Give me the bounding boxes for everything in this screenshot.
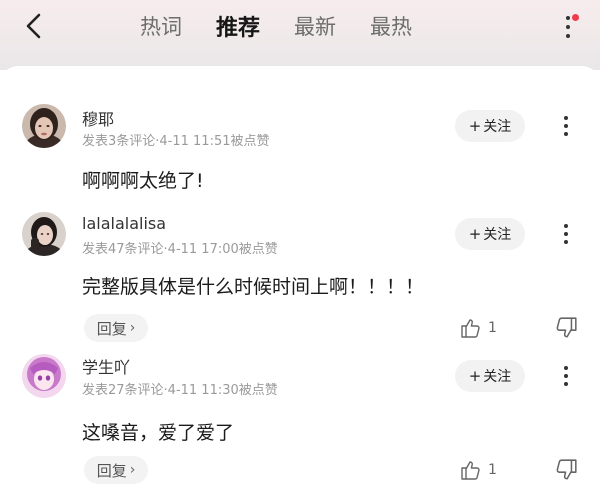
- plus-icon: +: [468, 225, 482, 243]
- comment-text: 啊啊啊太绝了!: [82, 170, 204, 192]
- user-photo-avatar-icon: [22, 104, 66, 148]
- chevron-left-icon: [26, 13, 41, 39]
- reply-button[interactable]: 回复 ›: [84, 456, 148, 484]
- tab-bar: 热词 推荐 最新 最热: [140, 8, 446, 44]
- reply-label: 回复: [96, 461, 127, 480]
- more-dot-icon: [566, 34, 570, 38]
- notification-badge: [572, 14, 579, 21]
- more-dot-icon: [564, 366, 568, 370]
- follow-label: 关注: [483, 227, 512, 243]
- user-photo-avatar-icon: [22, 212, 66, 256]
- comment-meta: 发表27条评论·4-11 11:30被点赞: [82, 383, 278, 398]
- plus-icon: +: [468, 117, 482, 135]
- avatar[interactable]: [22, 212, 66, 256]
- tab-recommended[interactable]: 推荐: [216, 10, 260, 42]
- chevron-right-icon: ›: [129, 462, 136, 478]
- dislike-button[interactable]: [554, 458, 580, 486]
- comment-text: 完整版具体是什么时候时间上啊！！！！: [82, 276, 425, 298]
- dislike-button[interactable]: [554, 316, 580, 344]
- like-button[interactable]: 1: [460, 456, 497, 484]
- like-count: 1: [488, 320, 497, 336]
- comment-meta: 发表47条评论·4-11 17:00被点赞: [82, 242, 278, 257]
- comment-more-button[interactable]: [556, 220, 576, 248]
- thumbs-up-icon: [461, 319, 480, 338]
- comment-sheet: 穆耶 发表3条评论·4-11 11:51被点赞 + 关注 啊啊啊太绝了! lal…: [0, 66, 600, 492]
- more-dot-icon: [566, 25, 570, 29]
- tab-hot-words[interactable]: 热词: [140, 11, 182, 41]
- follow-label: 关注: [483, 119, 512, 135]
- follow-label: 关注: [483, 369, 512, 385]
- comment-more-button[interactable]: [556, 362, 576, 390]
- reply-button[interactable]: 回复 ›: [84, 314, 148, 342]
- comment-text: 这嗓音，爱了爱了: [82, 422, 235, 444]
- more-options-button[interactable]: [558, 12, 579, 42]
- follow-button[interactable]: + 关注: [455, 110, 525, 142]
- more-dot-icon: [564, 132, 568, 136]
- more-dot-icon: [564, 116, 568, 120]
- more-dot-icon: [564, 224, 568, 228]
- username[interactable]: 学生吖: [82, 354, 130, 378]
- comment-meta: 发表3条评论·4-11 11:51被点赞: [82, 134, 270, 149]
- more-dot-icon: [566, 16, 570, 20]
- comment-more-button[interactable]: [556, 112, 576, 140]
- tab-latest[interactable]: 最新: [294, 11, 336, 41]
- username[interactable]: 穆耶: [82, 106, 114, 130]
- like-count: 1: [488, 462, 497, 478]
- thumbs-up-icon: [461, 461, 480, 480]
- username[interactable]: lalalalalisa: [82, 214, 166, 233]
- reply-label: 回复: [96, 319, 127, 338]
- follow-button[interactable]: + 关注: [455, 218, 525, 250]
- more-dot-icon: [564, 382, 568, 386]
- thumbs-down-icon: [556, 317, 577, 338]
- thumbs-down-icon: [556, 459, 577, 480]
- chevron-right-icon: ›: [129, 320, 136, 336]
- top-bar: 热词 推荐 最新 最热: [0, 0, 600, 70]
- like-button[interactable]: 1: [460, 314, 497, 342]
- back-button[interactable]: [18, 10, 50, 42]
- plus-icon: +: [468, 367, 482, 385]
- more-dot-icon: [564, 240, 568, 244]
- more-dot-icon: [564, 124, 568, 128]
- avatar[interactable]: [22, 104, 66, 148]
- tab-hottest[interactable]: 最热: [370, 11, 412, 41]
- anime-avatar-icon: [22, 354, 66, 398]
- more-dot-icon: [564, 232, 568, 236]
- avatar[interactable]: [22, 354, 66, 398]
- more-dot-icon: [564, 374, 568, 378]
- follow-button[interactable]: + 关注: [455, 360, 525, 392]
